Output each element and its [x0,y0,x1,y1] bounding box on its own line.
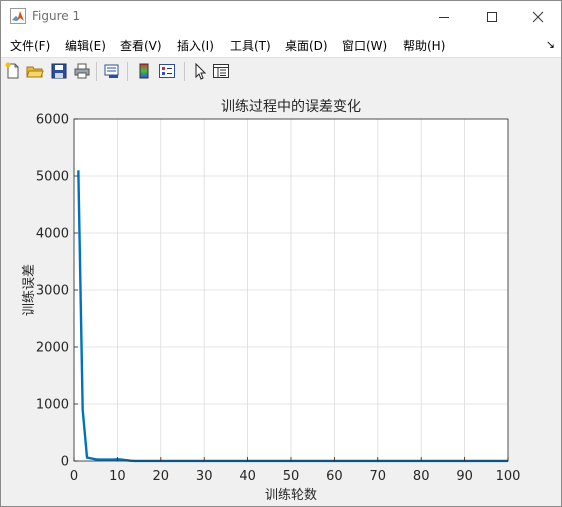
menu-desktop[interactable]: 桌面(D) [285,37,328,54]
menu-help[interactable]: 帮助(H) [403,37,445,54]
chart-title: 训练过程中的误差变化 [221,99,361,115]
x-tick-label: 70 [370,469,387,484]
menu-file[interactable]: 文件(F) [10,37,50,54]
window-title: Figure 1 [32,9,81,23]
menu-tools[interactable]: 工具(T) [230,37,271,54]
x-tick-label: 30 [196,469,213,484]
x-tick-label: 90 [456,469,473,484]
y-tick-label: 2000 [36,341,69,356]
y-tick-label: 4000 [36,227,69,242]
x-tick-label: 40 [239,469,256,484]
save-icon[interactable] [50,62,68,80]
minimize-button[interactable] [421,1,467,32]
x-axis-label: 训练轮数 [265,488,317,503]
y-tick-label: 1000 [36,398,69,413]
property-inspector-icon[interactable] [212,62,230,80]
colorbar-icon[interactable] [135,62,153,80]
x-tick-label: 80 [413,469,430,484]
maximize-button[interactable] [469,1,515,32]
y-tick-label: 0 [61,455,69,470]
open-file-icon[interactable] [26,62,44,80]
print-icon[interactable] [73,62,91,80]
toolbar-separator [127,62,128,81]
close-button[interactable] [515,1,561,32]
y-tick-label: 3000 [36,284,69,299]
link-plot-icon[interactable] [103,62,121,80]
matlab-logo-icon [10,8,26,24]
x-tick-label: 0 [70,469,78,484]
x-tick-label: 100 [496,469,521,484]
maximize-icon [487,11,497,22]
y-axis-label: 训练误差 [22,264,37,316]
pointer-icon[interactable] [191,62,209,80]
minimize-icon [439,16,449,18]
title-bar: Figure 1 [1,1,561,32]
x-tick-label: 50 [283,469,300,484]
toolbar-separator [184,62,185,81]
menu-bar: 文件(F) 编辑(E) 查看(V) 插入(I) 工具(T) 桌面(D) 窗口(W… [1,32,561,57]
close-icon [532,11,544,22]
figure-window: Figure 1 文件(F) 编辑(E) 查看(V) 插入(I) 工具(T) 桌… [0,0,562,507]
menu-edit[interactable]: 编辑(E) [65,37,106,54]
x-tick-label: 20 [153,469,170,484]
menu-insert[interactable]: 插入(I) [177,37,214,54]
toolbar-separator [96,62,97,81]
y-tick-label: 5000 [36,170,69,185]
menu-view[interactable]: 查看(V) [120,37,162,54]
menu-window[interactable]: 窗口(W) [342,37,387,54]
y-tick-label: 6000 [36,113,69,128]
toolbar [1,57,561,86]
x-tick-label: 60 [326,469,343,484]
new-figure-icon[interactable] [4,62,22,80]
curved-arrow-icon[interactable]: ↘ [546,38,555,51]
line-chart[interactable]: 训练过程中的误差变化 0 10 20 30 40 50 60 70 80 90 1000100020… [1,85,561,506]
figure-canvas: 训练过程中的误差变化 0 10 20 30 40 50 60 70 80 90 100 0 1000 20… [1,85,561,506]
x-tick-label: 10 [109,469,126,484]
legend-icon[interactable] [158,62,176,80]
